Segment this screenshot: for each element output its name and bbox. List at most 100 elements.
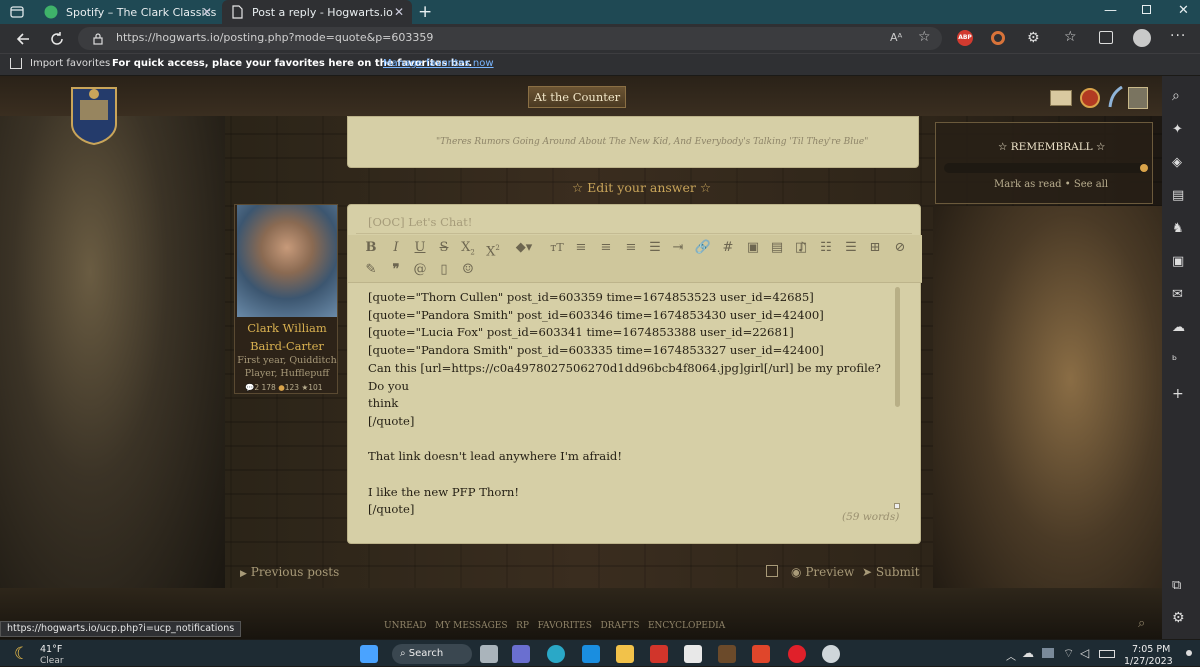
eighth-note-icon[interactable]: ♪ <box>793 239 811 257</box>
sidebar-outlook-icon[interactable]: ✉ <box>1172 287 1190 305</box>
tab-actions-icon[interactable] <box>10 5 24 19</box>
sidebar-bing-icon[interactable]: ᵇ <box>1172 353 1190 371</box>
sidebar-office-icon[interactable]: ▣ <box>1172 254 1190 272</box>
back-arrow-icon[interactable] <box>14 30 32 48</box>
tab-spotify[interactable]: Spotify – The Clark Classics ✕ <box>36 0 220 24</box>
office-icon[interactable] <box>752 645 770 663</box>
footer-messages[interactable]: MY MESSAGES <box>435 621 507 631</box>
mcafee-icon[interactable] <box>650 645 668 663</box>
italic-icon[interactable]: I <box>387 239 405 257</box>
weather-temp[interactable]: 41°F <box>40 644 62 655</box>
magic-wand-icon[interactable]: ✎ <box>362 261 380 279</box>
page-break-icon[interactable]: ▯ <box>435 261 453 279</box>
profile-name-line1[interactable]: Clark William <box>235 321 339 335</box>
mail-icon[interactable] <box>1050 90 1072 106</box>
sidebar-drop-icon[interactable]: ☁ <box>1172 320 1190 338</box>
bold-icon[interactable]: B <box>362 239 380 257</box>
minecraft-icon[interactable] <box>718 645 736 663</box>
manage-favorites-link[interactable]: Manage favorites now <box>383 58 494 69</box>
hashtag-icon[interactable]: # <box>719 239 737 257</box>
numbered-list-icon[interactable]: ☰ <box>842 239 860 257</box>
quote-icon[interactable]: ❞ <box>387 261 405 279</box>
tray-chevron-icon[interactable]: ︿ <box>1006 648 1016 663</box>
wifi-icon[interactable]: ⌔ <box>1063 646 1074 661</box>
footer-drafts[interactable]: DRAFTS <box>600 621 639 631</box>
lock-icon[interactable] <box>92 32 104 45</box>
sidebar-shopping-icon[interactable]: ◈ <box>1172 155 1190 173</box>
link-icon[interactable]: 🔗 <box>694 239 712 257</box>
color-fill-icon[interactable]: ◆▾ <box>510 239 538 257</box>
start-windows-icon[interactable] <box>360 645 378 663</box>
align-center-icon[interactable]: ≡ <box>597 239 615 257</box>
profile-name-line2[interactable]: Baird-Carter <box>235 339 339 353</box>
tray-app-icon[interactable] <box>1042 648 1054 658</box>
strikethrough-icon[interactable]: S <box>435 239 453 257</box>
user-avatar-icon[interactable] <box>1128 87 1148 109</box>
settings-app-icon[interactable] <box>822 645 840 663</box>
footer-rp[interactable]: RP <box>516 621 529 631</box>
favorite-star-icon[interactable]: ☆ <box>918 29 931 45</box>
import-favorites-link[interactable]: Import favorites <box>30 58 110 69</box>
edge-icon[interactable] <box>547 645 565 663</box>
url-text[interactable]: https://hogwarts.io/posting.php?mode=quo… <box>116 31 433 44</box>
sidebar-add-icon[interactable]: + <box>1172 386 1190 404</box>
sidebar-tools-icon[interactable]: ▤ <box>1172 188 1190 206</box>
teams-icon[interactable] <box>512 645 530 663</box>
mark-as-read-link[interactable]: Mark as read <box>994 179 1062 190</box>
extensions-puzzle-icon[interactable]: ⚙ <box>1027 30 1040 46</box>
font-size-icon[interactable]: ᴛT <box>548 239 566 257</box>
calendar-app-icon[interactable] <box>684 645 702 663</box>
subscript-icon[interactable]: X2 <box>459 239 477 257</box>
resize-handle-icon[interactable] <box>894 503 900 509</box>
onedrive-cloud-icon[interactable]: ☁ <box>1022 646 1034 660</box>
extension-icon[interactable] <box>991 31 1005 45</box>
emoji-icon[interactable]: ☺ <box>459 261 477 279</box>
close-tab-icon[interactable]: ✕ <box>394 5 404 19</box>
align-left-icon[interactable]: ≡ <box>572 239 590 257</box>
close-window-button[interactable]: ✕ <box>1178 3 1189 18</box>
previous-posts-button[interactable]: ▶ Previous posts <box>240 565 339 579</box>
maximize-button[interactable] <box>1142 5 1151 14</box>
app-blue-icon[interactable] <box>582 645 600 663</box>
sidebar-search-icon[interactable]: ⌕ <box>1172 88 1190 106</box>
minimize-button[interactable]: — <box>1104 3 1117 18</box>
file-explorer-icon[interactable] <box>616 645 634 663</box>
align-right-icon[interactable]: ≡ <box>622 239 640 257</box>
notification-icon[interactable] <box>1080 88 1100 108</box>
bullet-list-icon[interactable]: ☷ <box>817 239 835 257</box>
taskbar-search[interactable]: ⌕ Search <box>392 644 472 664</box>
hide-icon[interactable]: ⊘ <box>891 239 909 257</box>
weather-moon-icon[interactable]: ☾ <box>14 644 29 664</box>
profile-avatar[interactable] <box>1133 29 1151 47</box>
underline-icon[interactable]: U <box>411 239 429 257</box>
volume-icon[interactable]: ◁ <box>1080 646 1089 660</box>
justify-icon[interactable]: ☰ <box>646 239 664 257</box>
sidebar-games-icon[interactable]: ♞ <box>1172 221 1190 239</box>
clock-date[interactable]: 1/27/2023 <box>1124 656 1173 667</box>
read-aloud-icon[interactable]: Aᴬ <box>890 31 902 44</box>
indent-icon[interactable]: ⇥ <box>669 239 687 257</box>
superscript-icon[interactable]: X2 <box>484 239 502 259</box>
more-menu-icon[interactable]: ··· <box>1170 28 1186 44</box>
post-body-textarea[interactable]: [quote="Thorn Cullen" post_id=603359 tim… <box>368 289 888 519</box>
footer-unread[interactable]: UNREAD <box>384 621 427 631</box>
battery-icon[interactable] <box>1099 650 1115 658</box>
opera-icon[interactable] <box>788 645 806 663</box>
tab-hogwarts[interactable]: Post a reply - Hogwarts.io ✕ <box>222 0 412 24</box>
notification-center-icon[interactable] <box>1186 650 1192 656</box>
footer-search-icon[interactable]: ⌕ <box>1138 616 1145 631</box>
task-view-icon[interactable] <box>480 645 498 663</box>
save-draft-icon[interactable] <box>766 565 778 577</box>
footer-encyclopedia[interactable]: ENCYCLOPEDIA <box>648 621 725 631</box>
favorites-icon[interactable]: ☆ <box>1064 29 1077 45</box>
submit-button[interactable]: ➤ Submit <box>862 565 920 579</box>
clock-time[interactable]: 7:05 PM <box>1132 644 1170 655</box>
subject-field[interactable]: [OOC] Let's Chat! <box>368 215 472 229</box>
collections-icon[interactable] <box>1099 31 1113 44</box>
adblock-icon[interactable]: ABP <box>957 30 973 46</box>
table-icon[interactable]: ⊞ <box>866 239 884 257</box>
sidebar-layout-icon[interactable]: ⧉ <box>1172 578 1190 596</box>
see-all-link[interactable]: See all <box>1074 179 1108 190</box>
new-tab-button[interactable]: + <box>418 2 434 22</box>
profile-photo[interactable] <box>237 205 337 317</box>
